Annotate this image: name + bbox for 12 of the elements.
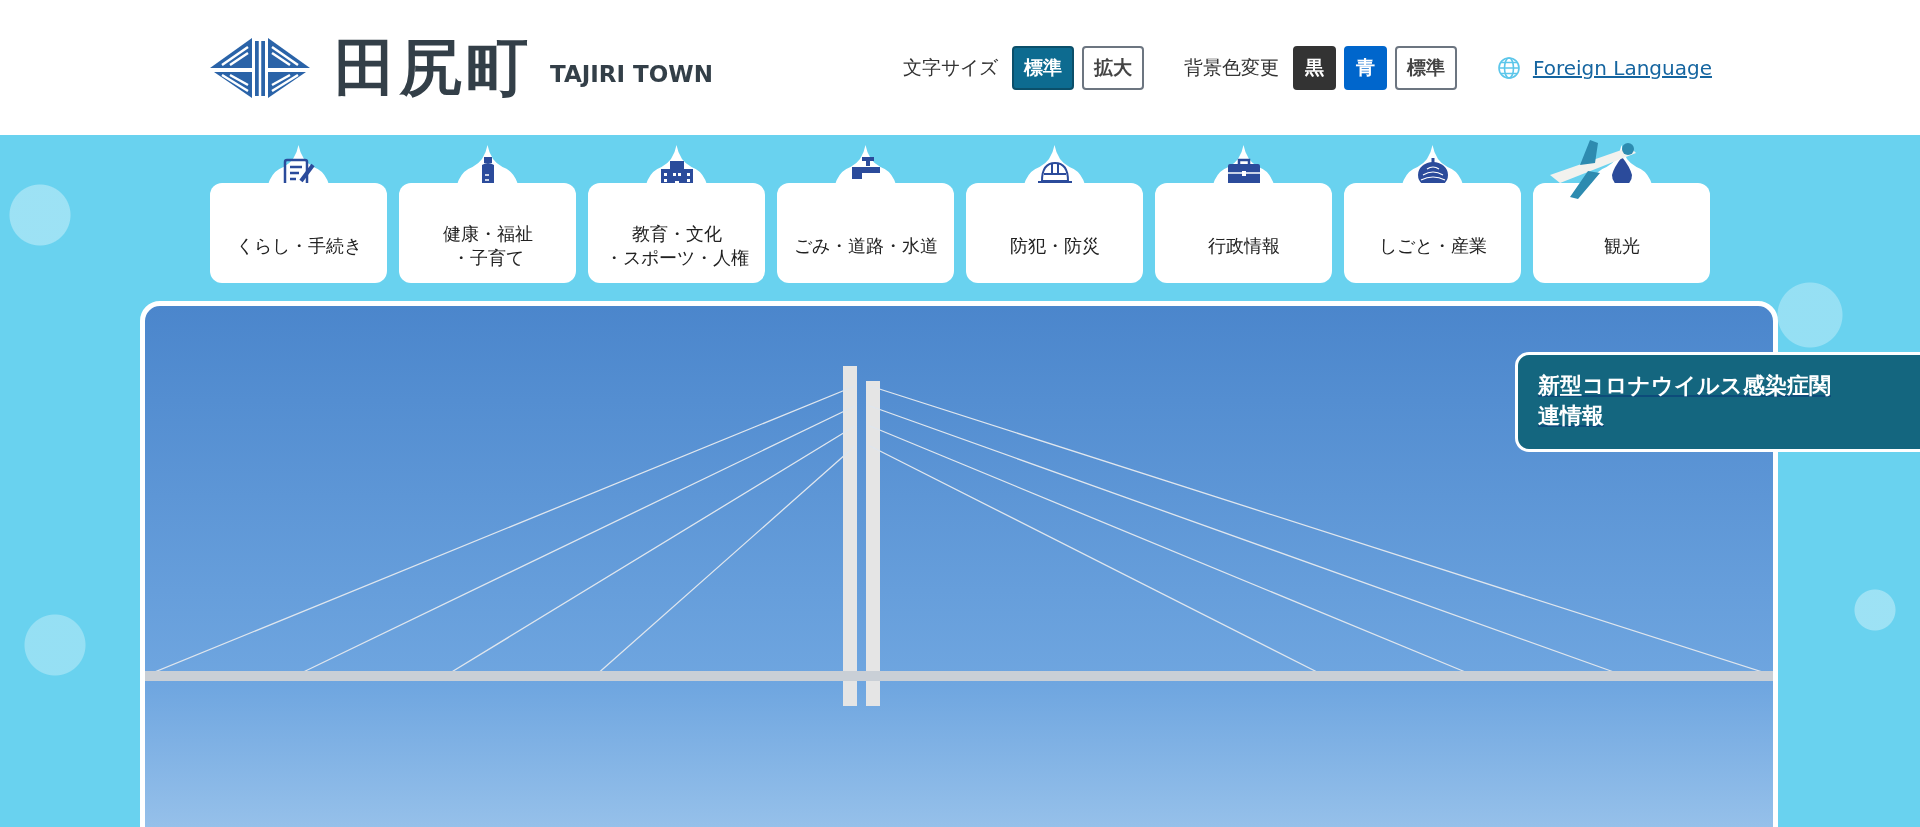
covid-info-banner[interactable]: 新型コロナウイルス感染症関連情報	[1515, 352, 1920, 452]
background-color-label: 背景色変更	[1183, 54, 1279, 80]
logo-subtitle: TAJIRI TOWN	[550, 60, 713, 87]
background-color-button[interactable]: 標準	[1394, 45, 1457, 90]
logo-wordmark: 田尻町	[334, 29, 532, 106]
text-size-label: 文字サイズ	[902, 54, 998, 80]
foreign-language-link[interactable]: Foreign Language	[1532, 55, 1712, 80]
text-size-button[interactable]: 拡大	[1081, 45, 1144, 90]
background-color-button[interactable]: 黒	[1292, 45, 1336, 90]
background-color-button[interactable]: 青	[1343, 45, 1387, 90]
text-size-button[interactable]: 標準	[1011, 45, 1074, 90]
globe-icon	[1496, 55, 1521, 80]
